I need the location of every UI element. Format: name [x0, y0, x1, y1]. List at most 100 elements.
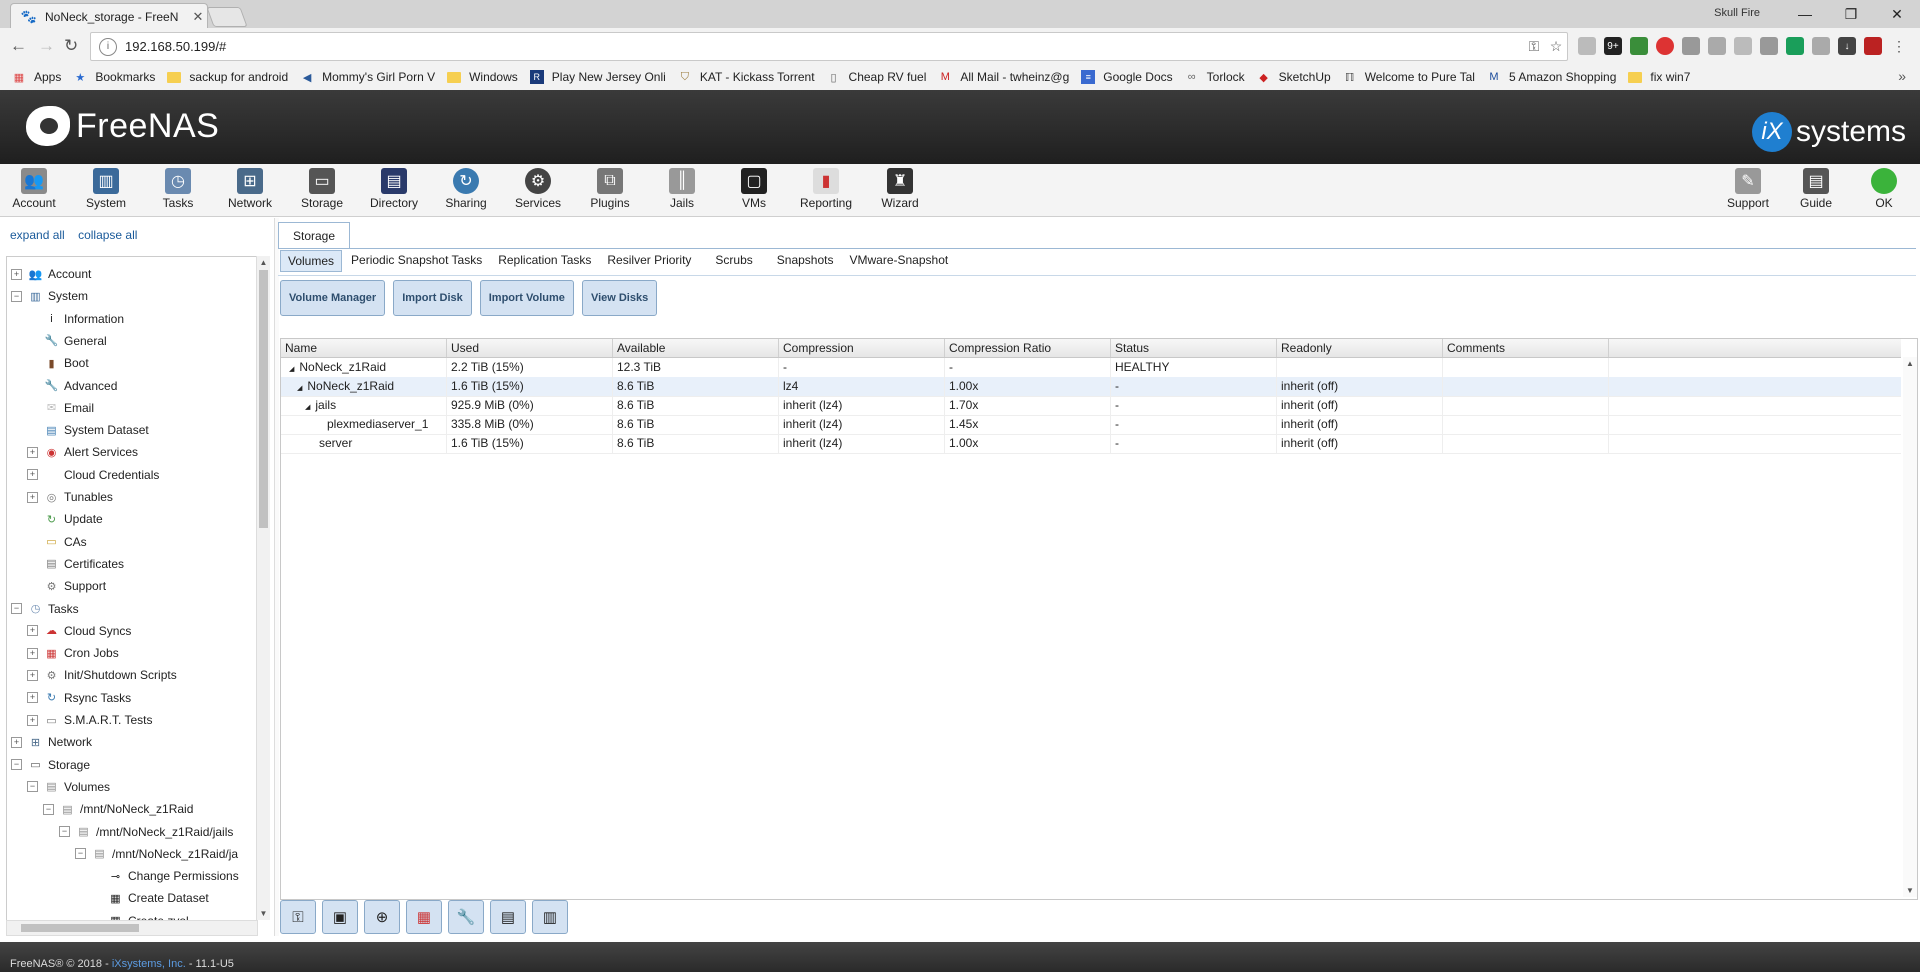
toolbar-system[interactable]: ▥ System [72, 168, 140, 216]
column-header[interactable]: Readonly [1277, 339, 1443, 357]
tree-expander-icon[interactable]: − [11, 759, 22, 771]
toolbar-guide[interactable]: ▤ Guide [1782, 168, 1850, 216]
export-detach-volume-button[interactable]: ⚿ [280, 900, 316, 934]
row-expander-icon[interactable]: ◢ [305, 404, 310, 411]
subtab-periodic-snapshot-tasks[interactable]: Periodic Snapshot Tasks [344, 250, 489, 272]
collapse-all-link[interactable]: collapse all [78, 228, 137, 242]
bookmark-item[interactable]: R Play New Jersey Onli [529, 70, 666, 84]
site-info-icon[interactable]: i [99, 37, 117, 56]
download-icon[interactable]: ↓ [1838, 37, 1856, 55]
maximize-icon[interactable]: ❐ [1828, 0, 1874, 28]
extension-icon[interactable] [1734, 37, 1752, 55]
tree-item[interactable]: + ⊞ Network [11, 731, 92, 753]
tree-item[interactable]: − ▤ /mnt/NoNeck_z1Raid/ja [75, 843, 238, 865]
profile-name[interactable]: Skull Fire [1714, 7, 1760, 19]
subtab-resilver-priority[interactable]: Resilver Priority [600, 250, 698, 272]
omnibox[interactable]: i 192.168.50.199/# ⚿ ☆ [90, 32, 1568, 61]
tab-storage[interactable]: Storage [278, 222, 350, 249]
extension-icon[interactable] [1708, 37, 1726, 55]
bookmark-star-icon[interactable]: ☆ [1545, 38, 1567, 55]
ixsystems-link[interactable]: iXsystems, Inc. [112, 958, 186, 970]
tree-expander-icon[interactable]: + [27, 692, 38, 704]
column-header[interactable]: Compression Ratio [945, 339, 1111, 357]
bookmark-item[interactable]: ▯ Cheap RV fuel [827, 70, 927, 84]
table-row[interactable]: ◢ NoNeck_z1Raid 2.2 TiB (15%) 12.3 TiB - - HEA… [281, 358, 1901, 378]
toolbar-jails[interactable]: ║ Jails [648, 168, 716, 216]
table-row[interactable]: server 1.6 TiB (15%) 8.6 TiB inherit (lz4) 1… [281, 434, 1901, 454]
toolbar-storage[interactable]: ▭ Storage [288, 168, 356, 216]
bookmark-item[interactable]: ◀ Mommy's Girl Porn V [300, 70, 435, 84]
toolbar-support[interactable]: ✎ Support [1714, 168, 1782, 216]
tree-item[interactable]: ▤ System Dataset [27, 419, 148, 441]
tree-item[interactable]: ▮ Boot [27, 352, 88, 374]
bookmark-apps[interactable]: ▦ Apps [12, 70, 62, 84]
import-disk-button[interactable]: Import Disk [393, 280, 472, 316]
tree-expander-icon[interactable]: + [27, 714, 38, 726]
subtab-volumes[interactable]: Volumes [280, 250, 343, 272]
tree-item[interactable]: + 👥 Account [11, 263, 91, 285]
extension-icon[interactable] [1656, 37, 1674, 55]
tree-item[interactable]: + ◎ Tunables [27, 486, 113, 508]
toolbar-wizard[interactable]: ♜ Wizard [866, 168, 934, 216]
subtab-scrubs[interactable]: Scrubs [708, 250, 759, 272]
column-header[interactable]: Status [1111, 339, 1277, 357]
bookmark-item[interactable]: Windows [447, 70, 518, 84]
edit-options-button[interactable]: 🔧 [448, 900, 484, 934]
bookmarks-overflow-icon[interactable]: » [1898, 68, 1906, 84]
extension-icon[interactable]: 9+ [1604, 37, 1622, 55]
tree-expander-icon[interactable]: − [27, 781, 38, 793]
tree-expander-icon[interactable]: − [11, 603, 22, 614]
tree-item[interactable]: 🔧 General [27, 330, 107, 352]
bookmark-item[interactable]: ℿ Welcome to Pure Tal [1343, 70, 1475, 84]
table-row[interactable]: plexmediaserver_1 335.8 MiB (0%) 8.6 TiB in… [281, 415, 1901, 435]
row-expander-icon[interactable]: ◢ [297, 385, 302, 392]
toolbar-reporting[interactable]: ▮ Reporting [792, 168, 860, 216]
column-header[interactable]: Available [613, 339, 779, 357]
tree-item[interactable]: − ▤ /mnt/NoNeck_z1Raid/jails [59, 821, 233, 843]
toolbar-plugins[interactable]: ⧉ Plugins [576, 168, 644, 216]
extension-icon[interactable] [1864, 37, 1882, 55]
tree-item[interactable]: − ▭ Storage [11, 754, 90, 776]
tree-expander-icon[interactable]: + [27, 446, 38, 458]
expand-all-link[interactable]: expand all [10, 228, 65, 242]
toolbar-sharing[interactable]: ↻ Sharing [432, 168, 500, 216]
bookmark-item[interactable]: M5 Amazon Shopping [1487, 70, 1616, 84]
back-icon[interactable]: ← [10, 36, 27, 56]
column-header[interactable]: Used [447, 339, 613, 357]
subtab-replication-tasks[interactable]: Replication Tasks [491, 250, 598, 272]
tree-expander-icon[interactable]: + [27, 669, 38, 681]
tree-item[interactable]: − ▥ System [11, 285, 88, 307]
new-tab-button[interactable] [206, 7, 248, 27]
bookmark-bookmarks[interactable]: ★ Bookmarks [73, 70, 155, 84]
extension-icon[interactable] [1760, 37, 1778, 55]
extension-icon[interactable] [1682, 37, 1700, 55]
tree-expander-icon[interactable]: − [59, 826, 70, 837]
scroll-thumb[interactable] [21, 924, 139, 932]
table-row[interactable]: ◢ jails 925.9 MiB (0%) 8.6 TiB inherit (lz4)… [281, 396, 1901, 416]
tree-expander-icon[interactable]: − [75, 848, 86, 860]
bookmark-item[interactable]: M All Mail - twheinz@g [938, 70, 1069, 84]
bookmark-item[interactable]: ≡ Google Docs [1081, 70, 1173, 84]
column-header[interactable]: Compression [779, 339, 945, 357]
tree-item[interactable]: ↻ Update [27, 508, 103, 530]
close-window-icon[interactable]: ✕ [1874, 0, 1920, 28]
tree-expander-icon[interactable]: − [43, 803, 54, 815]
tree-item[interactable]: + ◉ Alert Services [27, 441, 138, 463]
column-header[interactable]: Comments [1443, 339, 1609, 357]
minimize-icon[interactable]: — [1782, 0, 1828, 28]
tree-item[interactable]: 🔧 Advanced [27, 375, 118, 397]
bookmark-item[interactable]: fix win7 [1628, 70, 1690, 84]
reload-icon[interactable]: ↻ [64, 36, 78, 56]
tree-expander-icon[interactable]: + [11, 736, 22, 748]
tree-expander-icon[interactable]: + [27, 647, 38, 659]
close-tab-icon[interactable]: ✕ [189, 9, 207, 25]
volume-manager-button[interactable]: Volume Manager [280, 280, 386, 316]
subtab-vmware-snapshot[interactable]: VMware-Snapshot [842, 250, 955, 272]
tree-item[interactable]: + ▭ S.M.A.R.T. Tests [27, 709, 152, 731]
bookmark-item[interactable]: ⛉ KAT - Kickass Torrent [678, 70, 815, 84]
toolbar-directory[interactable]: ▤ Directory [360, 168, 428, 216]
bookmark-item[interactable]: ∞ Torlock [1185, 70, 1245, 84]
scrub-volume-button[interactable]: ▣ [322, 900, 358, 934]
tree-expander-icon[interactable]: − [11, 290, 22, 302]
bookmark-item[interactable]: ◆ SketchUp [1257, 70, 1330, 84]
